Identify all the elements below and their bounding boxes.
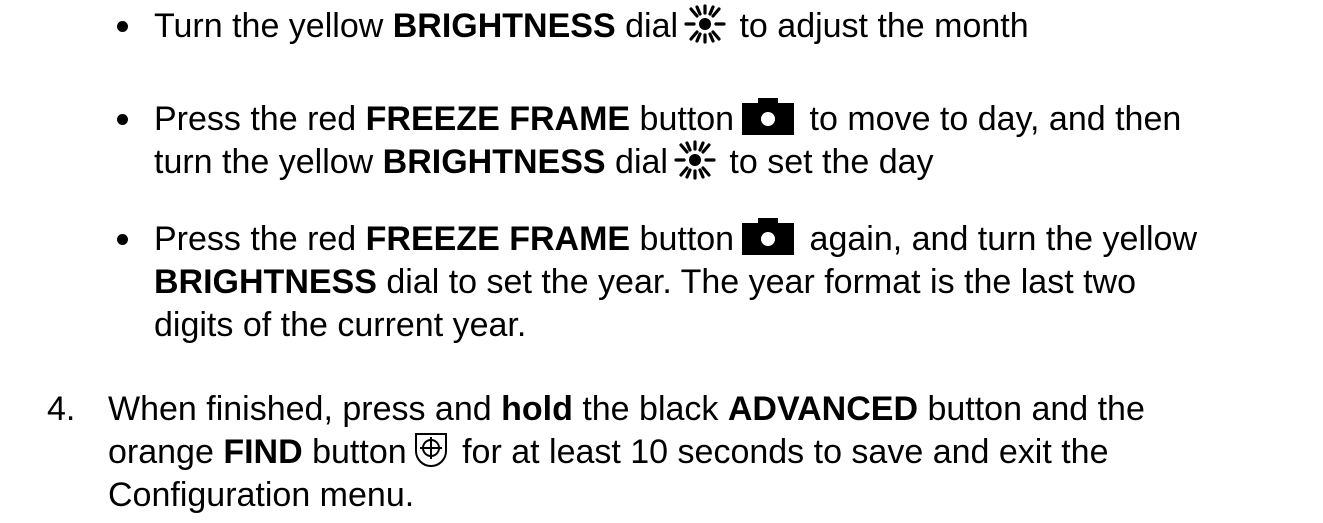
bullet-2-text-a: Press the red <box>154 100 366 138</box>
bullet-3-text-a: Press the red <box>154 220 366 258</box>
bullet-3-line-1: Press the red FREEZE FRAME button again,… <box>154 218 1197 261</box>
hold-label: hold <box>501 390 573 428</box>
bullet-1-text-a: Turn the yellow <box>154 7 393 45</box>
bullet-2-text-h: to set the day <box>719 143 934 181</box>
step-4-text-a: When finished, press and <box>108 390 502 428</box>
bullet-1 <box>117 21 128 32</box>
step-4-number: 4. <box>47 390 76 428</box>
bullet-3-line-2: BRIGHTNESS dial to set the year. The yea… <box>154 261 1136 304</box>
bullet-1-text-d: to adjust the month <box>730 7 1029 45</box>
bullet-1-text-c: dial <box>615 7 679 45</box>
freeze-frame-label: FREEZE FRAME <box>365 100 631 138</box>
brightness-label: BRIGHTNESS <box>382 143 606 181</box>
bullet-3-text-f: dial to set the year. The year format is… <box>376 263 1136 301</box>
bullet-2-line-2: turn the yellow BRIGHTNESS dial to set t… <box>154 140 934 184</box>
step-4-text-i: for at least 10 seconds to save and exit… <box>452 433 1109 471</box>
step-4-text-h: button <box>302 433 407 471</box>
bullet-2-text-e: turn the yellow <box>154 143 383 181</box>
find-label: FIND <box>223 433 303 471</box>
camera-icon <box>740 97 796 137</box>
step-4-text-f: orange <box>108 433 224 471</box>
brightness-label: BRIGHTNESS <box>392 7 616 45</box>
bullet-2 <box>117 114 128 125</box>
bullet-2-text-g: dial <box>605 143 668 181</box>
step-4-text-c: the black <box>572 390 728 428</box>
bullet-3-text-g: digits of the current year. <box>154 306 527 344</box>
bullet-3 <box>117 234 128 245</box>
freeze-frame-label: FREEZE FRAME <box>365 220 631 258</box>
find-icon <box>411 429 451 469</box>
bullet-1-line-1: Turn the yellow BRIGHTNESS dial to adjus… <box>154 4 1029 48</box>
step-4-line-2: orange FIND button for at least 10 secon… <box>108 431 1109 474</box>
bullet-3-text-c: button <box>630 220 735 258</box>
step-4-line-1: When finished, press and hold the black … <box>108 388 1145 431</box>
bullet-2-line-1: Press the red FREEZE FRAME button to mov… <box>154 98 1181 141</box>
sun-icon <box>672 140 718 180</box>
step-4-line-3: Configuration menu. <box>108 476 415 514</box>
advanced-label: ADVANCED <box>727 390 919 428</box>
brightness-label: BRIGHTNESS <box>154 263 377 301</box>
bullet-2-text-c: button <box>630 100 735 138</box>
sun-icon <box>682 4 728 44</box>
camera-icon <box>740 217 796 257</box>
bullet-3-line-3: digits of the current year. <box>154 304 526 347</box>
bullet-2-text-d: to move to day, and then <box>800 100 1182 138</box>
step-4-text-e: button and the <box>918 390 1145 428</box>
bullet-3-text-d: again, and turn the yellow <box>800 220 1198 258</box>
